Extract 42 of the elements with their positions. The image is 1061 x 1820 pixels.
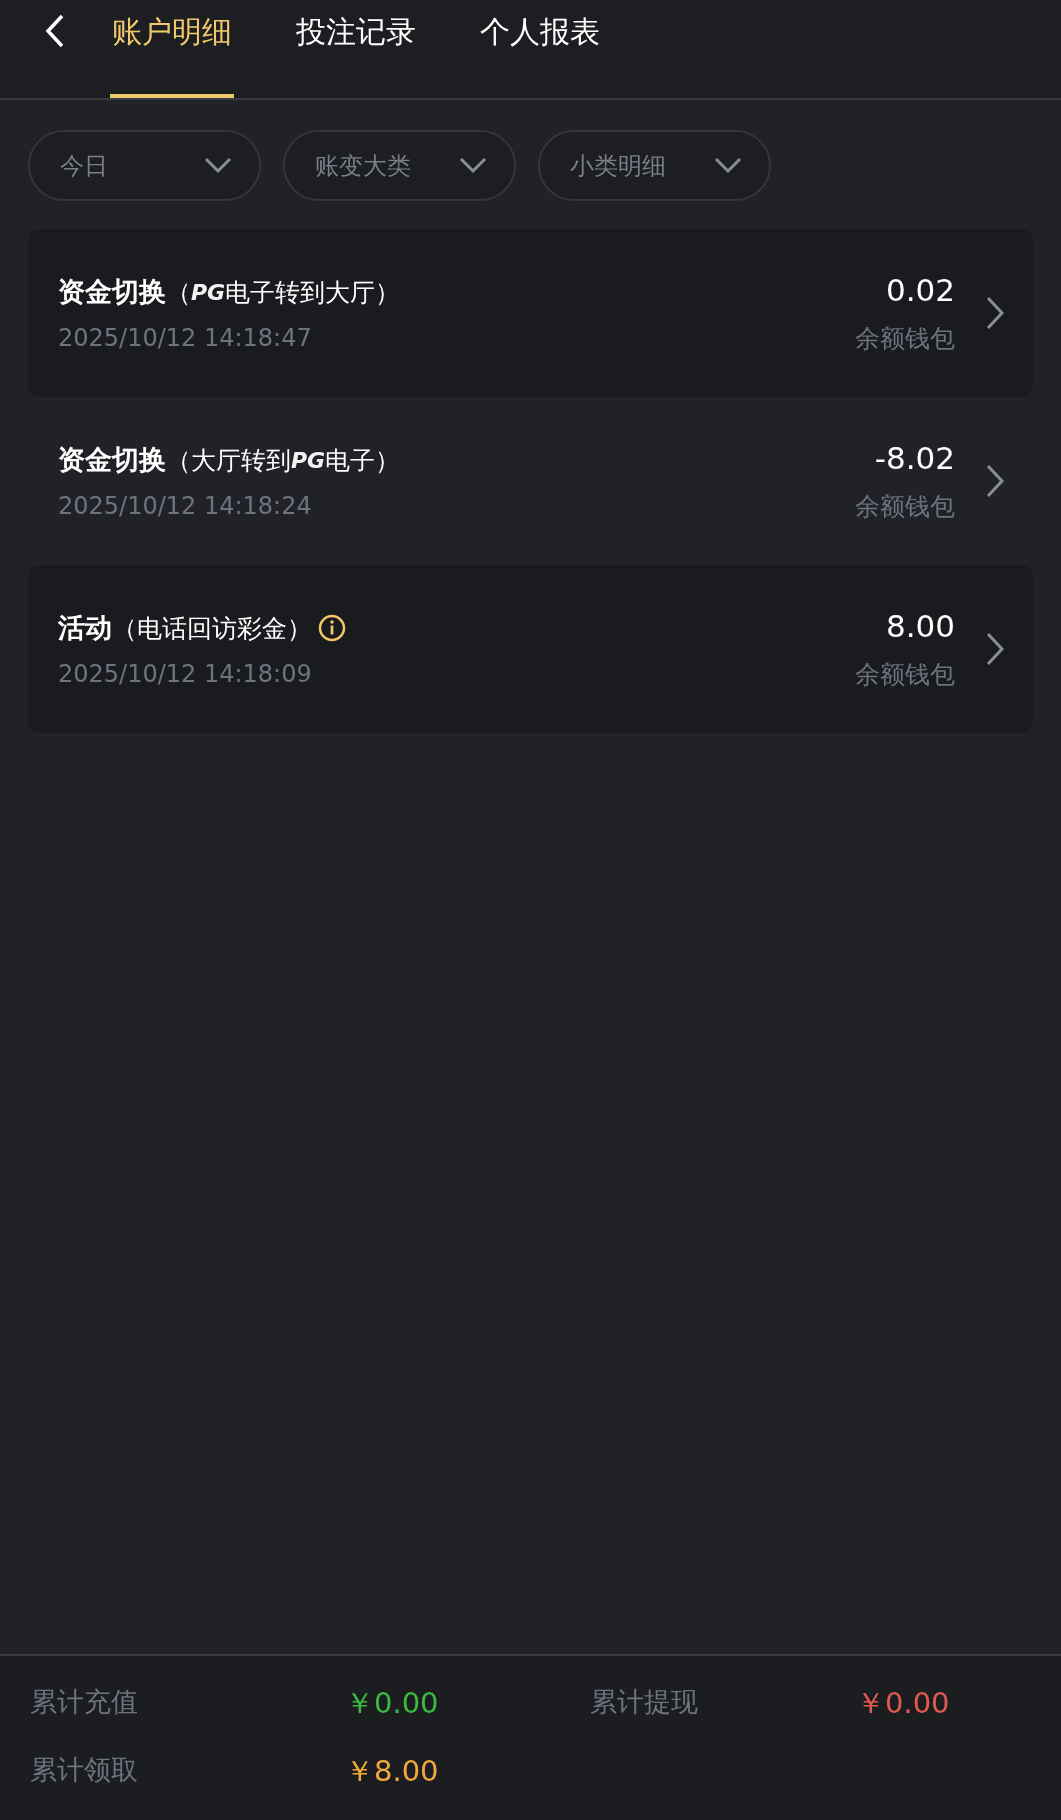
chevron-right-icon: [985, 463, 1005, 499]
filter-dropdown[interactable]: 账变大类: [283, 130, 516, 201]
back-icon: [45, 14, 65, 48]
record-time: 2025/10/12 14:18:09: [58, 660, 313, 688]
tab[interactable]: 账户明细: [110, 0, 234, 98]
logo: PG: [191, 279, 226, 305]
chevron-right-icon: [985, 631, 1005, 667]
record-detail: 电子）: [325, 444, 401, 477]
record-amount: -8.02: [874, 439, 955, 476]
summary-value: ￥8.00: [345, 1753, 440, 1790]
summary-label: 累计提现: [590, 1685, 699, 1719]
record-row[interactable]: 资金切换（大厅转到PG电子） 2025/10/12 14:18:24 -8.02 余额钱包: [28, 397, 1033, 565]
summary-label: 累计领取: [30, 1753, 139, 1787]
record-title: 资金切换: [58, 275, 166, 309]
wallet-label: 余额钱包: [855, 322, 955, 355]
wallet-label: 余额钱包: [855, 490, 955, 523]
filter-dropdown[interactable]: 小类明细: [538, 130, 771, 201]
summary-label: 累计充值: [30, 1685, 139, 1719]
summary-value: ￥0.00: [856, 1685, 951, 1722]
info-icon[interactable]: [318, 614, 346, 642]
record-amount: 8.00: [885, 607, 955, 644]
record-row[interactable]: 活动（电话回访彩金） 2025/10/12 14:18:09 8.00 余额钱包: [28, 565, 1033, 733]
chevron-down-icon: [203, 155, 233, 176]
record-time: 2025/10/12 14:18:47: [58, 324, 313, 352]
record-detail: （: [166, 276, 191, 309]
chevron-down-icon: [713, 155, 743, 176]
chevron-right-icon: [985, 295, 1005, 331]
record-detail: （大厅转到: [166, 444, 291, 477]
record-detail: （电话回访彩金）: [112, 612, 312, 645]
record-title: 活动: [58, 611, 112, 645]
filter-dropdown[interactable]: 今日: [28, 130, 261, 201]
chevron-down-icon: [458, 155, 488, 176]
record-time: 2025/10/12 14:18:24: [58, 492, 313, 520]
record-detail: 电子转到大厅）: [225, 276, 401, 309]
logo: PG: [291, 447, 326, 473]
tab[interactable]: 个人报表: [478, 0, 602, 98]
tab[interactable]: 投注记录: [294, 0, 418, 98]
record-title: 资金切换: [58, 443, 166, 477]
record-amount: 0.02: [885, 271, 955, 308]
wallet-label: 余额钱包: [855, 658, 955, 691]
record-row[interactable]: 资金切换（PG电子转到大厅） 2025/10/12 14:18:47 0.02 余额钱包: [28, 229, 1033, 397]
summary-value: ￥0.00: [345, 1685, 440, 1722]
